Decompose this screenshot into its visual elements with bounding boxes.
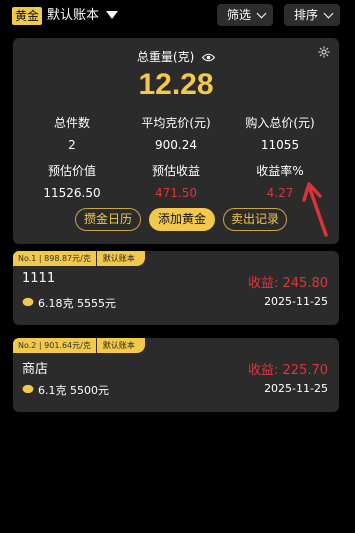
stat-total-cost: 购入总价(元) 11055 (226, 114, 334, 152)
stat-label: 平均克价(元) (141, 116, 211, 130)
item-book-tag: 默认账本 (95, 338, 145, 353)
stat-value: 471.50 (155, 186, 197, 200)
sell-records-button[interactable]: 卖出记录 (223, 208, 287, 231)
filter-label: 筛选 (227, 8, 252, 22)
total-weight-label: 总重量(克) (13, 48, 339, 65)
stat-value: 2 (68, 138, 76, 152)
stat-label: 预估价值 (47, 164, 96, 178)
item-date: 2025-11-25 (264, 382, 328, 395)
category-tag[interactable]: 黄金 (12, 7, 43, 25)
stat-avg-price: 平均克价(元) 900.24 (122, 114, 230, 152)
item-number-price: No.2 | 901.64元/克 (13, 338, 96, 353)
item-profit: 收益: 225.70 (248, 363, 328, 378)
item-weight-cost: 6.18克 5555元 (38, 297, 116, 310)
gold-item-card[interactable]: No.1 | 898.87元/克 默认账本 1111 收益: 245.80 6.… (13, 251, 339, 325)
gold-bar-icon (22, 297, 34, 307)
stat-est-profit: 预估收益 471.50 (122, 162, 230, 200)
filter-button[interactable]: 筛选 (217, 4, 273, 26)
chevron-down-icon (323, 8, 334, 19)
item-number-price: No.1 | 898.87元/克 (13, 251, 96, 266)
gold-item-card[interactable]: No.2 | 901.64元/克 默认账本 商店 收益: 225.70 6.1克… (13, 338, 339, 412)
annotation-arrow-icon (302, 182, 328, 237)
stat-count: 总件数 2 (18, 114, 126, 152)
book-selector[interactable]: 默认账本 (47, 7, 99, 25)
stat-value: 11055 (260, 138, 300, 152)
item-weight-cost: 6.1克 5500元 (38, 384, 109, 397)
add-gold-button[interactable]: 添加黄金 (149, 208, 215, 231)
chevron-down-icon (256, 8, 267, 19)
item-date: 2025-11-25 (264, 295, 328, 308)
total-weight-value: 12.28 (138, 68, 214, 101)
item-book-tag: 默认账本 (95, 251, 145, 266)
stat-label: 总件数 (53, 116, 90, 130)
top-bar: 黄金 默认账本 筛选 排序 (0, 0, 355, 32)
item-badge: No.1 | 898.87元/克 默认账本 (13, 251, 145, 266)
eye-icon[interactable] (202, 53, 216, 62)
item-profit: 收益: 245.80 (248, 276, 328, 291)
summary-card: 总重量(克) 12.28 总件数 2 平均克价(元) 900.24 购入总价(元… (13, 38, 339, 244)
stat-label: 购入总价(元) (245, 116, 315, 130)
sort-button[interactable]: 排序 (284, 4, 340, 26)
stat-label: 预估收益 (151, 164, 200, 178)
sort-label: 排序 (294, 8, 319, 22)
total-weight-text: 总重量(克) (136, 50, 195, 64)
gold-bar-icon (22, 384, 34, 394)
item-name: 1111 (22, 271, 56, 286)
stat-label: 收益率% (256, 164, 304, 178)
calendar-button[interactable]: 攒金日历 (75, 208, 141, 231)
stat-est-value: 预估价值 11526.50 (18, 162, 126, 200)
item-badge: No.2 | 901.64元/克 默认账本 (13, 338, 145, 353)
item-name: 商店 (22, 362, 49, 377)
stat-value: 900.24 (155, 138, 197, 152)
stat-value: 11526.50 (43, 186, 101, 200)
caret-down-icon[interactable] (106, 11, 118, 19)
